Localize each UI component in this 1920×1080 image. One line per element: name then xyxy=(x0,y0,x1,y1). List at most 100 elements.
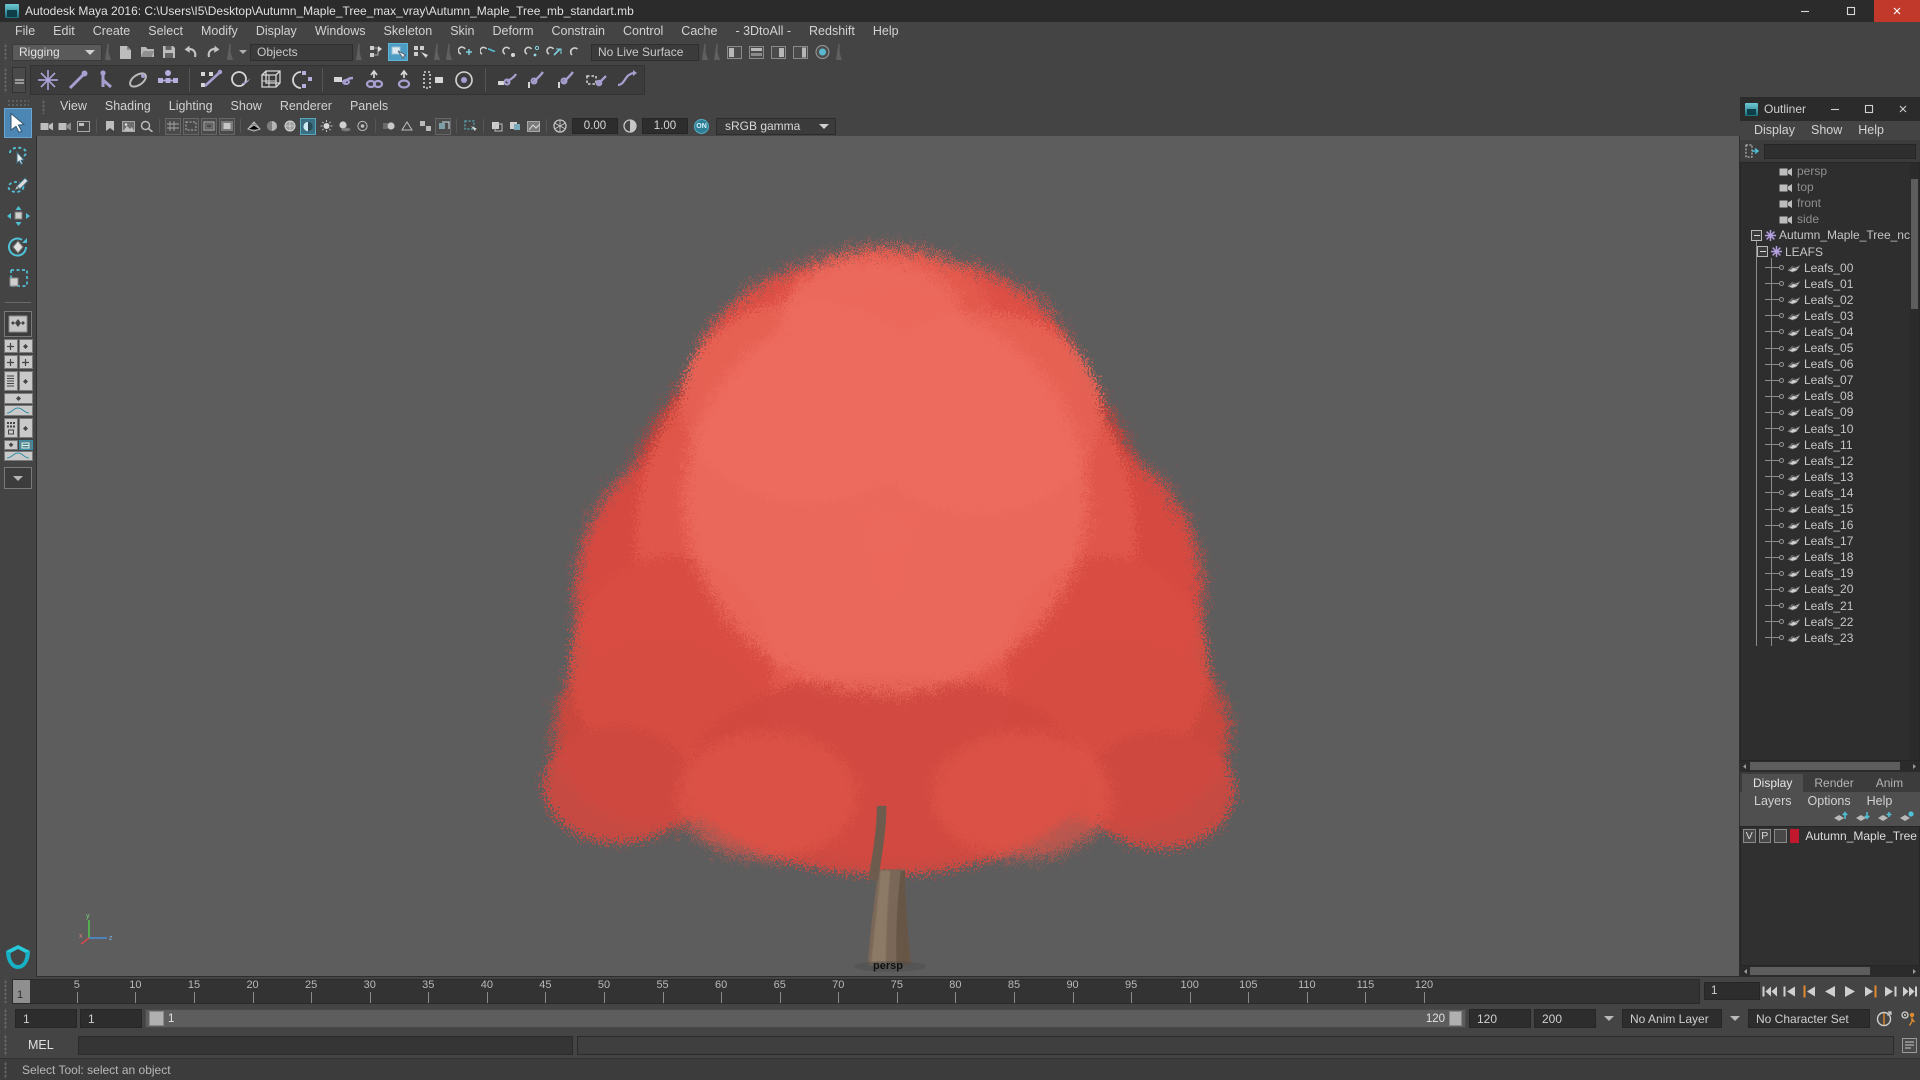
four-pane-layout[interactable] xyxy=(3,339,33,353)
render-view-icon[interactable] xyxy=(812,43,832,61)
layer-menu-layers[interactable]: Layers xyxy=(1746,792,1800,811)
exposure-icon[interactable] xyxy=(552,118,568,135)
range-start-handle[interactable] xyxy=(149,1011,164,1026)
spline-ik-icon[interactable] xyxy=(612,66,642,94)
outliner-tree[interactable]: persp top front side Autumn_Maple_Tree_ncl1_… xyxy=(1740,162,1920,761)
persp-graph-layout[interactable] xyxy=(3,393,33,416)
four-pane-layout-row2[interactable] xyxy=(3,355,33,369)
outliner-item[interactable]: LEAFS xyxy=(1741,243,1919,259)
pane-bottom-left[interactable] xyxy=(3,355,18,369)
scroll-left-icon[interactable] xyxy=(1740,762,1749,771)
hypershade-pane[interactable] xyxy=(3,418,18,438)
select-hierarchy-icon[interactable] xyxy=(366,43,386,61)
outliner-expand-toggle[interactable] xyxy=(1757,246,1768,258)
tab-display[interactable]: Display xyxy=(1742,774,1804,792)
persp-graph-hypergraph-layout[interactable] xyxy=(3,440,33,461)
create-control-icon[interactable] xyxy=(153,66,183,94)
persp-pane[interactable] xyxy=(18,371,33,391)
layer-menu-help[interactable]: Help xyxy=(1859,792,1901,811)
multisample-icon[interactable] xyxy=(417,118,433,135)
layer-visibility-toggle[interactable]: V xyxy=(1743,829,1756,843)
menu-3dtoall[interactable]: - 3DtoAll - xyxy=(726,22,800,41)
snap-grid-icon[interactable] xyxy=(456,43,476,61)
create-ik-handle-icon[interactable] xyxy=(63,66,93,94)
lasso-select-tool[interactable] xyxy=(4,139,32,169)
rotate-tool[interactable] xyxy=(4,232,32,262)
shelf-grip[interactable] xyxy=(2,67,10,93)
play-forwards-icon[interactable] xyxy=(1841,981,1859,1001)
pane-bottom-right[interactable] xyxy=(18,355,33,369)
outliner-scroll-thumb[interactable] xyxy=(1911,179,1918,309)
character-set-dropdown[interactable]: No Character Set xyxy=(1748,1009,1870,1028)
select-component-icon[interactable] xyxy=(410,43,430,61)
new-layer-icon[interactable] xyxy=(1877,810,1892,826)
layer-menu-options[interactable]: Options xyxy=(1800,792,1859,811)
outliner-item[interactable]: Leafs_17 xyxy=(1741,533,1919,549)
command-input[interactable] xyxy=(78,1035,573,1055)
shaded-wireframe-icon[interactable] xyxy=(282,118,298,135)
outliner-horizontal-scrollbar[interactable] xyxy=(1740,761,1920,772)
menu-create[interactable]: Create xyxy=(84,22,140,41)
scale-constraint-icon[interactable] xyxy=(419,66,449,94)
step-back-keyframe-icon[interactable] xyxy=(1781,981,1799,1001)
new-layer-from-selected-icon[interactable] xyxy=(1899,810,1914,826)
script-editor-icon[interactable] xyxy=(1898,1035,1920,1055)
parent-constraint-icon[interactable] xyxy=(329,66,359,94)
viewport-menu-shading[interactable]: Shading xyxy=(96,97,160,116)
outliner-item[interactable]: Leafs_16 xyxy=(1741,517,1919,533)
range-end-field[interactable]: 120 xyxy=(1469,1009,1531,1028)
resolution-gate-icon[interactable] xyxy=(201,117,217,135)
persp-small-pane[interactable] xyxy=(3,440,18,450)
gamma-field[interactable]: 1.00 xyxy=(642,118,688,134)
grid-toggle-icon[interactable] xyxy=(165,117,181,135)
scroll-right-icon[interactable] xyxy=(1910,967,1919,976)
save-scene-icon[interactable] xyxy=(159,43,179,61)
aim-constraint-icon[interactable] xyxy=(449,66,479,94)
outliner-item[interactable]: Leafs_03 xyxy=(1741,308,1919,324)
layer-hscroll-thumb[interactable] xyxy=(1750,967,1870,975)
anti-alias-icon[interactable] xyxy=(399,118,415,135)
outliner-item[interactable]: Leafs_05 xyxy=(1741,340,1919,356)
lattice-icon[interactable] xyxy=(256,66,286,94)
persp-pane-top[interactable] xyxy=(3,393,33,404)
make-live-icon[interactable] xyxy=(566,43,586,61)
smooth-shade-icon[interactable] xyxy=(264,118,280,135)
outliner-vertical-scrollbar[interactable] xyxy=(1910,163,1919,760)
playback-range-bar[interactable]: 1 120 xyxy=(145,1009,1466,1028)
layer-name[interactable]: Autumn_Maple_Tree xyxy=(1805,829,1917,843)
anim-layer-dropdown[interactable]: No Anim Layer xyxy=(1622,1009,1722,1028)
snap-curve-icon[interactable] xyxy=(478,43,498,61)
show-hide-editors-icon[interactable] xyxy=(724,43,744,61)
outliner-item[interactable]: side xyxy=(1741,211,1919,227)
maximize-icon[interactable] xyxy=(1828,0,1874,22)
move-layer-down-icon[interactable] xyxy=(1855,810,1870,826)
menu-modify[interactable]: Modify xyxy=(192,22,247,41)
statusline-grip[interactable] xyxy=(2,43,10,61)
outliner-item[interactable]: Leafs_13 xyxy=(1741,469,1919,485)
outliner-item[interactable]: Leafs_23 xyxy=(1741,630,1919,646)
chevron-down-icon[interactable] xyxy=(1604,1016,1614,1021)
outliner-item[interactable]: Leafs_00 xyxy=(1741,260,1919,276)
outliner-menu-display[interactable]: Display xyxy=(1746,121,1803,140)
hypershade-persp-layout[interactable] xyxy=(3,418,33,438)
textured-icon[interactable] xyxy=(300,117,316,135)
outliner-item[interactable]: Leafs_10 xyxy=(1741,421,1919,437)
new-scene-icon[interactable] xyxy=(115,43,135,61)
go-to-end-icon[interactable] xyxy=(1901,981,1919,1001)
hypergraph-small-pane[interactable] xyxy=(18,440,33,450)
menu-skeleton[interactable]: Skeleton xyxy=(375,22,442,41)
outliner-item[interactable]: Leafs_14 xyxy=(1741,485,1919,501)
outliner-pane[interactable] xyxy=(3,371,18,391)
xray-icon[interactable] xyxy=(489,118,505,135)
outliner-filter-icon[interactable] xyxy=(1744,143,1760,159)
outliner-item[interactable]: Leafs_11 xyxy=(1741,437,1919,453)
close-icon[interactable] xyxy=(1874,0,1920,22)
shelf-handle-icon[interactable] xyxy=(12,67,26,93)
menu-redshift[interactable]: Redshift xyxy=(800,22,864,41)
outliner-item[interactable]: Leafs_08 xyxy=(1741,388,1919,404)
live-surface-field[interactable]: No Live Surface xyxy=(591,43,699,61)
wireframe-icon[interactable] xyxy=(246,118,262,135)
pane-top-left[interactable] xyxy=(3,339,18,353)
outliner-item[interactable]: Leafs_09 xyxy=(1741,404,1919,420)
play-backwards-icon[interactable] xyxy=(1821,981,1839,1001)
